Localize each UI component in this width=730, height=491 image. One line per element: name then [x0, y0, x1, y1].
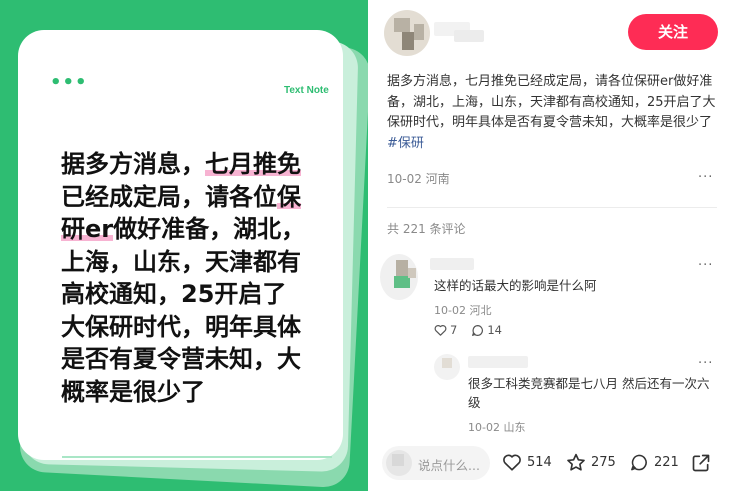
- my-avatar: [386, 450, 412, 476]
- post-body: 据多方消息，七月推免已经成定局，请各位保研er做好准备，湖北，上海，山东，天津都…: [387, 72, 717, 154]
- post-detail-panel: 关注 据多方消息，七月推免已经成定局，请各位保研er做好准备，湖北，上海，山东，…: [368, 0, 730, 491]
- card-line-text: 做好准备，湖北，: [113, 215, 306, 243]
- comment-like-button[interactable]: 7: [434, 323, 457, 337]
- card-line: 高校通知，25开启了: [61, 278, 351, 311]
- card-line: 是否有夏令营未知，大: [61, 343, 351, 376]
- card-line-text: 概率是很少了: [61, 377, 205, 406]
- card-line: 概率是很少了: [61, 376, 351, 409]
- comment-avatar[interactable]: [380, 254, 418, 300]
- favorite-button[interactable]: 275: [566, 453, 616, 472]
- post-more-icon[interactable]: ···: [698, 170, 713, 185]
- comments-count: 共 221 条评论: [387, 222, 466, 236]
- card-highlight-text: 七月推免: [205, 150, 301, 178]
- like-button[interactable]: 514: [502, 453, 552, 471]
- comment-text: 这样的话最大的影响是什么阿: [434, 278, 597, 293]
- follow-button[interactable]: 关注: [628, 14, 718, 50]
- card-line: 研er做好准备，湖北，: [61, 213, 351, 246]
- reply-text: 很多工科类竞赛都是七八月 然后还有一次六级: [468, 376, 710, 410]
- card-line: 上海，山东，天津都有: [61, 246, 351, 279]
- comment-button[interactable]: 221: [629, 453, 679, 472]
- share-icon: [692, 454, 710, 472]
- comment-meta: 10-02 河北: [434, 304, 492, 317]
- card-line: 大保研时代，明年具体: [61, 311, 351, 344]
- card-highlight-text: 保: [277, 182, 301, 211]
- like-count: 514: [527, 454, 552, 470]
- card-line-text: 大保研时代，明年具体: [61, 312, 301, 341]
- post-hashtag[interactable]: #保研: [387, 136, 424, 151]
- card-line-text: 已经成定局，请各位: [61, 182, 277, 211]
- comment-reply-count: 14: [487, 323, 502, 337]
- card-line-text: 高校通知，25开启了: [61, 280, 287, 308]
- post-meta: 10-02 河南: [387, 172, 450, 186]
- comment-actions: 7 14: [434, 323, 502, 337]
- reply-avatar[interactable]: [434, 354, 460, 380]
- reply-more-icon[interactable]: ···: [698, 356, 713, 371]
- card-line-text: 是否有夏令营未知，大: [61, 345, 301, 373]
- share-button[interactable]: [691, 453, 711, 473]
- card-type-label: Text Note: [284, 85, 329, 96]
- replier-name-blurred[interactable]: [468, 356, 528, 368]
- comment-input[interactable]: 说点什么...: [382, 446, 490, 480]
- note-image-panel: ••• Text Note 据多方消息，七月推免 已经成定局，请各位保 研er做好准…: [0, 0, 368, 491]
- comment-like-count: 7: [450, 323, 458, 337]
- comment-bubble-icon: [631, 454, 647, 471]
- card-line-text: 上海，山东，天津都有: [61, 247, 301, 276]
- comment-reply-button[interactable]: 14: [471, 323, 502, 337]
- favorite-count: 275: [591, 455, 616, 470]
- card-body-text: 据多方消息，七月推免 已经成定局，请各位保 研er做好准备，湖北， 上海，山东，天津都…: [61, 148, 351, 408]
- card-line: 已经成定局，请各位保: [61, 181, 351, 214]
- card-divider: [62, 456, 332, 458]
- heart-icon: [434, 325, 447, 336]
- section-divider: [387, 207, 717, 208]
- comment-count: 221: [654, 455, 679, 470]
- post-body-text: 据多方消息，七月推免已经成定局，请各位保研er做好准备，湖北，上海，山东，天津都…: [387, 74, 716, 130]
- commenter-name-blurred[interactable]: [430, 258, 474, 270]
- reply-bubble-icon: [472, 324, 484, 336]
- card-line-text: 据多方消息，: [61, 150, 205, 178]
- card-highlight-text: 研er: [61, 215, 114, 243]
- reply-meta: 10-02 山东: [468, 421, 526, 434]
- comment-input-placeholder: 说点什么...: [418, 458, 480, 473]
- comment-more-icon[interactable]: ···: [698, 258, 713, 273]
- card-line: 据多方消息，七月推免: [61, 148, 351, 181]
- author-name-blurred-2: [454, 30, 484, 42]
- heart-icon: [503, 454, 521, 471]
- bottom-action-bar: 说点什么... 514 275 221: [368, 436, 730, 491]
- author-avatar[interactable]: [384, 10, 430, 56]
- card-dots-icon: •••: [50, 72, 88, 93]
- text-note-card: ••• Text Note 据多方消息，七月推免已经成定局，请各位保研er做好准…: [18, 30, 343, 460]
- star-icon: [567, 453, 585, 471]
